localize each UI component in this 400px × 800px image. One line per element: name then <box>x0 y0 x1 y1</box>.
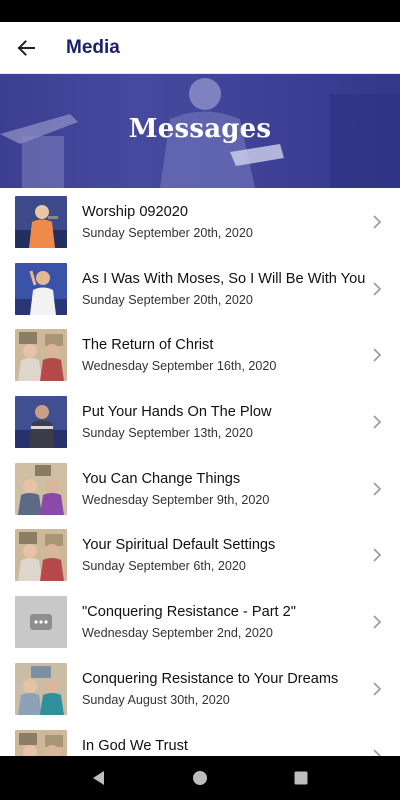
message-thumbnail <box>15 596 67 649</box>
message-date: Wednesday September 2nd, 2020 <box>82 626 273 641</box>
message-row[interactable]: Your Spiritual Default Settings Sunday Se… <box>0 521 400 588</box>
chevron-right-icon <box>373 548 382 563</box>
message-title: Your Spiritual Default Settings <box>82 537 276 554</box>
message-date: Sunday August 30th, 2020 <box>82 692 230 707</box>
message-thumbnail <box>15 329 67 382</box>
message-date: Wednesday September 9th, 2020 <box>82 492 270 507</box>
message-title: Worship 092020 <box>82 204 189 220</box>
message-row[interactable]: The Return of Christ Wednesday September … <box>0 321 400 388</box>
chevron-right-icon <box>373 482 382 496</box>
hero-banner: Messages <box>0 74 400 188</box>
messages-list: Worship 092020 Sunday September 20th, 202… <box>0 188 400 756</box>
message-row[interactable]: Conquering Resistance to Your Dreams Sund… <box>0 655 400 722</box>
message-date: Sunday September 6th, 2020 <box>82 559 246 574</box>
message-thumbnail <box>15 262 67 315</box>
message-thumbnail <box>15 662 67 715</box>
status-bar <box>0 0 400 22</box>
app-bar: Media <box>0 22 400 74</box>
chevron-right-icon <box>373 282 382 296</box>
message-row[interactable]: Worship 092020 Sunday September 20th, 202… <box>0 188 400 255</box>
message-title: Put Your Hands On The Plow <box>82 404 272 421</box>
message-row[interactable]: Put Your Hands On The Plow Sunday Septemb… <box>0 388 400 455</box>
message-title: In God We Trust <box>82 737 188 754</box>
page-title: Media <box>66 36 120 58</box>
square-recents-icon <box>294 771 308 785</box>
message-title: You Can Change Things <box>82 470 241 487</box>
message-title: "Conquering Resistance - Part 2" <box>82 604 296 621</box>
nav-home-button[interactable] <box>180 758 220 798</box>
hero-title: Messages <box>128 114 272 144</box>
chevron-right-icon <box>373 682 382 696</box>
message-title: The Return of Christ <box>82 337 214 354</box>
message-row[interactable]: "Conquering Resistance - Part 2" Wednesda… <box>0 588 400 655</box>
message-date: Sunday September 13th, 2020 <box>82 426 253 441</box>
system-nav-bar <box>0 756 400 800</box>
nav-recents-button[interactable] <box>281 758 321 798</box>
chevron-right-icon <box>373 348 382 363</box>
circle-home-icon <box>192 771 207 785</box>
message-date: Wednesday September 16th, 2020 <box>82 359 277 374</box>
message-thumbnail <box>15 396 67 449</box>
message-title: Conquering Resistance to Your Dreams <box>82 670 339 687</box>
message-thumbnail <box>15 462 67 515</box>
message-thumbnail <box>15 529 67 582</box>
message-row[interactable]: In God We Trust <box>0 722 400 756</box>
message-thumbnail <box>15 729 67 756</box>
message-date: Sunday September 20th, 2020 <box>82 226 253 240</box>
message-title: As I Was With Moses, So I Will Be With Y… <box>82 270 366 287</box>
message-row[interactable]: As I Was With Moses, So I Will Be With Y… <box>0 255 400 322</box>
message-date: Sunday September 20th, 2020 <box>82 292 253 307</box>
chevron-right-icon <box>373 215 382 229</box>
message-thumbnail <box>15 196 67 248</box>
arrow-left-icon <box>17 39 35 56</box>
message-row[interactable]: You Can Change Things Wednesday September… <box>0 455 400 522</box>
triangle-back-icon <box>92 771 104 785</box>
chevron-right-icon <box>373 615 382 629</box>
chevron-right-icon <box>373 748 382 756</box>
nav-back-button[interactable] <box>79 758 119 798</box>
back-button[interactable] <box>0 22 52 74</box>
chevron-right-icon <box>373 415 382 429</box>
